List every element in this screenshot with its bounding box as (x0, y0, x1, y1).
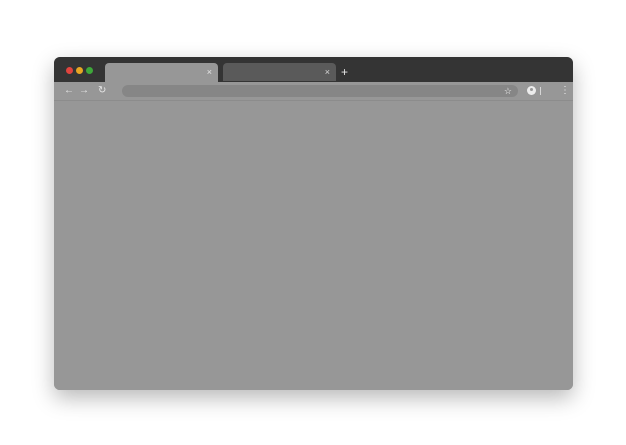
toolbar-divider (540, 87, 541, 95)
tab-active[interactable]: × (105, 63, 218, 82)
close-window-button[interactable] (66, 67, 73, 74)
tab-inactive[interactable]: × (223, 63, 336, 81)
forward-arrow-icon[interactable]: → (79, 84, 89, 98)
profile-avatar-icon[interactable] (527, 86, 536, 95)
page-content-area (54, 101, 573, 390)
browser-window: × × + ← → ↻ ☆ ⋮ (54, 57, 573, 390)
maximize-window-button[interactable] (86, 67, 93, 74)
reload-icon[interactable]: ↻ (98, 84, 106, 98)
kebab-menu-icon[interactable]: ⋮ (560, 84, 570, 98)
new-tab-button[interactable]: + (341, 65, 348, 79)
browser-toolbar: ← → ↻ ☆ ⋮ (54, 82, 573, 101)
tab-close-icon[interactable]: × (325, 66, 330, 78)
address-bar[interactable]: ☆ (122, 85, 518, 97)
bookmark-star-icon[interactable]: ☆ (504, 84, 512, 98)
back-arrow-icon[interactable]: ← (64, 84, 74, 98)
title-bar: × × + (54, 57, 573, 82)
tab-close-icon[interactable]: × (207, 66, 212, 78)
minimize-window-button[interactable] (76, 67, 83, 74)
